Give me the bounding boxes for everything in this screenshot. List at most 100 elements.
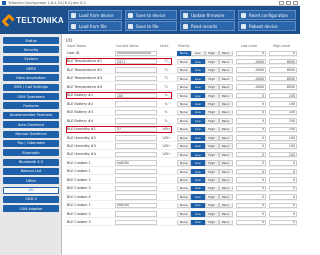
current-value-field[interactable]: 0x000000000000000	[115, 50, 157, 56]
current-value-field[interactable]	[115, 151, 157, 158]
minimize-icon[interactable]	[279, 1, 284, 5]
sidebar-item-i-btns[interactable]: I-Btns	[3, 177, 59, 185]
priority-none-button[interactable]: None	[177, 126, 191, 133]
priority-panic-button[interactable]: Panic	[219, 75, 233, 82]
low-level-field[interactable]: 0	[236, 168, 266, 175]
current-value-field[interactable]	[115, 135, 157, 141]
priority-none-button[interactable]: None	[177, 219, 191, 225]
sidebar-item-features[interactable]: Features	[3, 102, 59, 110]
priority-panic-button[interactable]: Panic	[219, 50, 233, 56]
low-level-field[interactable]: 0	[236, 194, 266, 200]
priority-panic-button[interactable]: Panic	[219, 118, 233, 124]
priority-high-button[interactable]: High	[205, 58, 219, 65]
priority-low-button[interactable]: Low	[191, 84, 205, 90]
current-value-field[interactable]	[115, 67, 157, 73]
current-value-field[interactable]	[115, 185, 157, 192]
priority-none-button[interactable]: None	[177, 118, 191, 124]
priority-panic-button[interactable]: Panic	[219, 211, 233, 217]
sidebar-item-sms-call-settings[interactable]: SMS \ Call Settings	[3, 83, 59, 91]
priority-high-button[interactable]: High	[205, 143, 219, 149]
priority-high-button[interactable]: High	[205, 219, 219, 225]
priority-low-button[interactable]: Low	[191, 202, 205, 209]
reboot-device-button[interactable]: Reboot device	[238, 21, 296, 31]
sidebar-item-accelerometer-features[interactable]: Accelerometer Features	[3, 111, 59, 119]
priority-high-button[interactable]: High	[205, 194, 219, 200]
save-to-file-button[interactable]: Save to file	[125, 21, 177, 31]
priority-high-button[interactable]: High	[205, 177, 219, 183]
priority-low-button[interactable]: Low	[191, 143, 205, 149]
low-level-field[interactable]: -4000	[236, 75, 266, 82]
current-value-field[interactable]	[115, 194, 157, 200]
priority-none-button[interactable]: None	[177, 151, 191, 158]
priority-panic-button[interactable]: Panic	[219, 109, 233, 116]
priority-panic-button[interactable]: Panic	[219, 151, 233, 158]
low-level-field[interactable]: 0	[236, 211, 266, 217]
priority-low-button[interactable]: Low	[191, 50, 205, 56]
priority-high-button[interactable]: High	[205, 168, 219, 175]
priority-panic-button[interactable]: Panic	[219, 185, 233, 192]
low-level-field[interactable]: 0	[236, 143, 266, 149]
priority-low-button[interactable]: Low	[191, 177, 205, 183]
current-value-field[interactable]	[115, 177, 157, 183]
low-level-field[interactable]: 0	[236, 177, 266, 183]
sidebar-item-data-acquisition[interactable]: Data Acquisition	[3, 74, 59, 82]
priority-high-button[interactable]: High	[205, 67, 219, 73]
low-level-field[interactable]: 0	[236, 219, 266, 225]
high-level-field[interactable]: 100	[269, 109, 297, 116]
high-level-field[interactable]: 100	[269, 143, 297, 149]
priority-high-button[interactable]: High	[205, 75, 219, 82]
priority-none-button[interactable]: None	[177, 109, 191, 116]
priority-low-button[interactable]: Low	[191, 67, 205, 73]
priority-high-button[interactable]: High	[205, 126, 219, 133]
priority-none-button[interactable]: None	[177, 194, 191, 200]
high-level-field[interactable]: 8500	[269, 84, 297, 90]
sidebar-item-bluetooth-4-0[interactable]: Bluetooth 4.0	[3, 158, 59, 166]
sidebar-item-bluetooth[interactable]: Bluetooth	[3, 149, 59, 157]
high-level-field[interactable]: 0	[269, 50, 297, 56]
priority-panic-button[interactable]: Panic	[219, 92, 233, 99]
priority-low-button[interactable]: Low	[191, 101, 205, 107]
priority-panic-button[interactable]: Panic	[219, 194, 233, 200]
high-level-field[interactable]: 8500	[269, 58, 297, 65]
high-level-field[interactable]: 0	[269, 202, 297, 209]
priority-low-button[interactable]: Low	[191, 194, 205, 200]
priority-low-button[interactable]: Low	[191, 58, 205, 65]
priority-high-button[interactable]: High	[205, 160, 219, 166]
read-records-button[interactable]: Read records	[180, 21, 235, 31]
current-value-field[interactable]: 0x8100	[115, 202, 157, 209]
sidebar-item-beacon-list[interactable]: Beacon List	[3, 167, 59, 175]
priority-low-button[interactable]: Low	[191, 211, 205, 217]
priority-panic-button[interactable]: Panic	[219, 143, 233, 149]
load-from-device-button[interactable]: Load from device	[68, 10, 122, 20]
current-value-field[interactable]: 47	[115, 126, 157, 133]
high-level-field[interactable]: 0	[269, 168, 297, 175]
low-level-field[interactable]: -4000	[236, 84, 266, 90]
low-level-field[interactable]: 0	[236, 126, 266, 133]
high-level-field[interactable]: 0	[269, 160, 297, 166]
high-level-field[interactable]: 100	[269, 92, 297, 99]
current-value-field[interactable]: 100	[115, 92, 157, 99]
low-level-field[interactable]: 0	[236, 101, 266, 107]
sidebar-item-obd-ii[interactable]: OBD II	[3, 195, 59, 203]
priority-none-button[interactable]: None	[177, 58, 191, 65]
sidebar-item-security[interactable]: Security	[3, 46, 59, 54]
high-level-field[interactable]: 100	[269, 118, 297, 124]
low-level-field[interactable]: 0	[236, 109, 266, 116]
priority-panic-button[interactable]: Panic	[219, 135, 233, 141]
maximize-icon[interactable]	[286, 1, 291, 5]
current-value-field[interactable]	[115, 109, 157, 116]
current-value-field[interactable]: 2471	[115, 58, 157, 65]
close-icon[interactable]	[293, 1, 298, 5]
priority-none-button[interactable]: None	[177, 135, 191, 141]
priority-panic-button[interactable]: Panic	[219, 58, 233, 65]
sidebar-item-system[interactable]: System	[3, 55, 59, 63]
reset-configuration-button[interactable]: Reset configuration	[238, 10, 296, 20]
priority-none-button[interactable]: None	[177, 84, 191, 90]
save-to-device-button[interactable]: Save to device	[125, 10, 177, 20]
priority-panic-button[interactable]: Panic	[219, 168, 233, 175]
priority-low-button[interactable]: Low	[191, 118, 205, 124]
priority-high-button[interactable]: High	[205, 185, 219, 192]
current-value-field[interactable]	[115, 211, 157, 217]
priority-panic-button[interactable]: Panic	[219, 126, 233, 133]
current-value-field[interactable]	[115, 84, 157, 90]
